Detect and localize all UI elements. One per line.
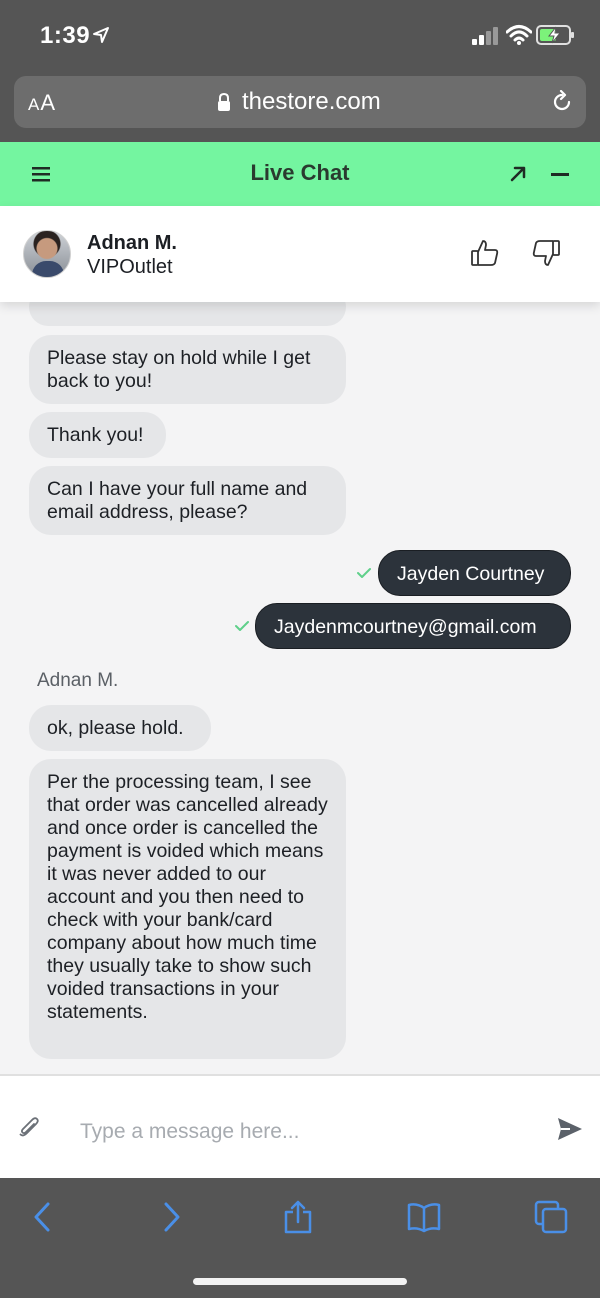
wifi-icon xyxy=(506,25,532,45)
tabs-icon[interactable] xyxy=(534,1200,568,1234)
lock-icon xyxy=(218,92,230,111)
status-bar: 1:39 xyxy=(0,0,600,72)
outgoing-message: Jayden Courtney xyxy=(378,550,571,596)
incoming-message: Can I have your full name and email addr… xyxy=(29,466,346,535)
message-list[interactable]: team Please stay on hold while I get bac… xyxy=(0,302,600,1074)
location-arrow-icon xyxy=(93,27,109,43)
share-icon[interactable] xyxy=(281,1200,315,1234)
incoming-message: ok, please hold. xyxy=(29,705,211,751)
url-text: thestore.com xyxy=(242,88,381,115)
check-icon xyxy=(357,568,371,578)
attach-icon[interactable] xyxy=(18,1116,40,1140)
message-composer xyxy=(0,1074,600,1178)
forward-icon[interactable] xyxy=(154,1200,188,1234)
bookmarks-icon[interactable] xyxy=(407,1200,441,1234)
status-time: 1:39 xyxy=(40,22,91,49)
incoming-message: Per the processing team, I see that orde… xyxy=(29,759,346,1059)
thumbs-down-icon[interactable] xyxy=(531,238,561,268)
expand-icon[interactable] xyxy=(508,164,528,184)
message-text: team xyxy=(47,302,90,305)
send-icon[interactable] xyxy=(556,1116,584,1142)
check-icon xyxy=(235,621,249,631)
battery-charging-icon xyxy=(536,25,574,45)
browser-address-bar: AA thestore.com xyxy=(0,72,600,142)
message-input[interactable] xyxy=(70,1110,530,1154)
reload-icon[interactable] xyxy=(550,90,574,114)
agent-bar: Adnan M. VIPOutlet xyxy=(0,206,600,302)
signal-icon xyxy=(472,27,498,45)
browser-toolbar xyxy=(0,1178,600,1298)
incoming-message: Please stay on hold while I get back to … xyxy=(29,335,346,404)
agent-company: VIPOutlet xyxy=(87,256,173,278)
incoming-message: team xyxy=(29,302,346,326)
incoming-message: Thank you! xyxy=(29,412,166,458)
thumbs-up-icon[interactable] xyxy=(470,238,500,268)
back-icon[interactable] xyxy=(26,1200,60,1234)
url-field[interactable]: AA thestore.com xyxy=(14,76,586,128)
sender-label: Adnan M. xyxy=(37,670,119,691)
avatar xyxy=(23,230,71,278)
text-size-button[interactable]: AA xyxy=(28,90,56,116)
home-indicator[interactable] xyxy=(193,1278,407,1285)
agent-name: Adnan M. xyxy=(87,232,177,254)
chat-header: Live Chat xyxy=(0,142,600,206)
minimize-icon[interactable] xyxy=(551,173,569,176)
outgoing-message: Jaydenmcourtney@gmail.com xyxy=(255,603,571,649)
